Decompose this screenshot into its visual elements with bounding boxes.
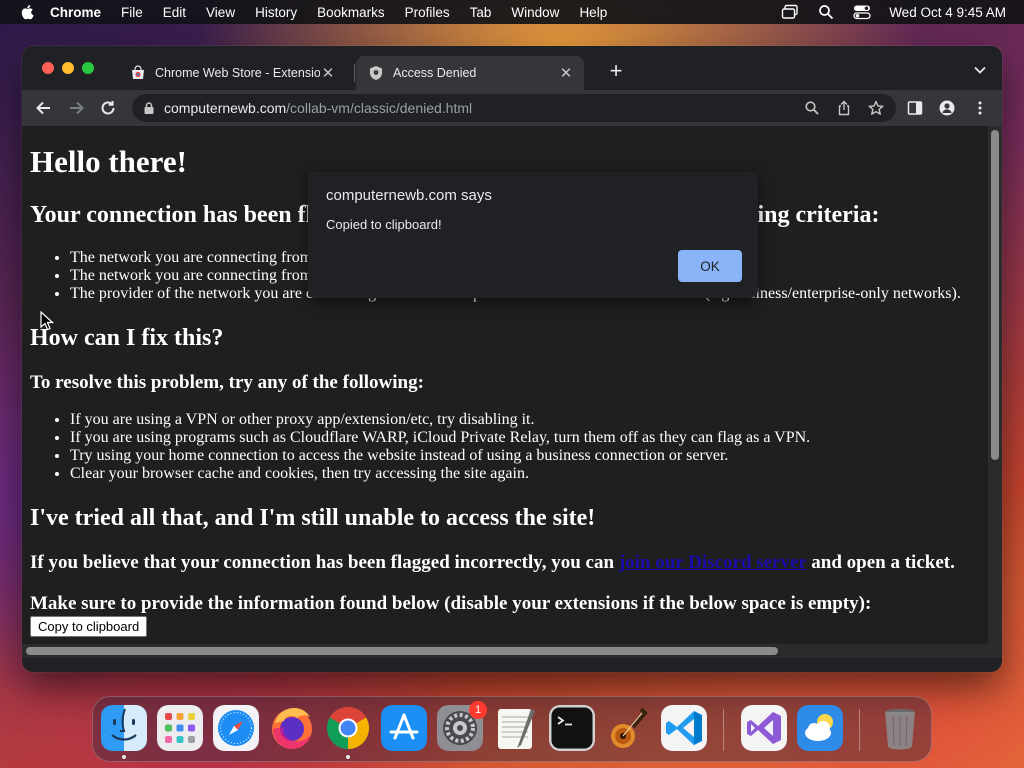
screen-mirroring-icon[interactable] xyxy=(781,3,799,21)
menu-file[interactable]: File xyxy=(121,5,143,20)
url-host: computernewb.com xyxy=(164,100,287,116)
chrome-menu-icon[interactable] xyxy=(972,100,988,116)
scrollbar-thumb[interactable] xyxy=(991,130,999,460)
zoom-search-icon[interactable] xyxy=(804,100,820,116)
chrome-web-store-icon xyxy=(132,65,144,79)
tab-title: Chrome Web Store - Extensions xyxy=(155,66,320,80)
ok-button[interactable]: OK xyxy=(678,250,742,282)
dock: 1 xyxy=(92,696,932,762)
discord-server-link[interactable]: join our Discord server xyxy=(619,552,807,573)
running-indicator xyxy=(122,755,126,759)
resolve-heading: To resolve this problem, try any of the … xyxy=(30,372,424,393)
menu-view[interactable]: View xyxy=(206,5,235,20)
running-indicator xyxy=(346,755,350,759)
tab-chrome-web-store[interactable]: Chrome Web Store - Extensions ✕ xyxy=(118,56,346,90)
firefox-icon[interactable] xyxy=(269,705,315,751)
open-ticket-text: and open a ticket. xyxy=(806,552,955,573)
tab-strip: Chrome Web Store - Extensions ✕ Access D… xyxy=(22,46,1002,90)
menu-tab[interactable]: Tab xyxy=(470,5,492,20)
visual-studio-code-icon[interactable] xyxy=(661,705,707,751)
menu-window[interactable]: Window xyxy=(511,5,559,20)
list-item: If you are using a VPN or other proxy ap… xyxy=(70,411,810,429)
forward-arrow-icon[interactable] xyxy=(66,98,86,118)
fix-heading: How can I fix this? xyxy=(30,325,224,351)
close-tab-icon[interactable]: ✕ xyxy=(558,65,574,82)
alert-dialog: computernewb.com says Copied to clipboar… xyxy=(308,172,758,298)
menu-help[interactable]: Help xyxy=(579,5,607,20)
dock-separator xyxy=(723,709,724,751)
menu-chrome[interactable]: Chrome xyxy=(50,5,101,20)
launchpad-icon[interactable] xyxy=(157,705,203,751)
back-arrow-icon[interactable] xyxy=(34,98,54,118)
make-sure-text: Make sure to provide the information fou… xyxy=(30,593,872,614)
menu-edit[interactable]: Edit xyxy=(163,5,186,20)
horizontal-scrollbar[interactable] xyxy=(22,644,988,658)
apple-icon[interactable] xyxy=(20,4,36,20)
list-item: Try using your home connection to access… xyxy=(70,447,810,465)
menu-history[interactable]: History xyxy=(255,5,297,20)
control-center-icon[interactable] xyxy=(853,3,871,21)
list-item: Clear your browser cache and cookies, th… xyxy=(70,465,810,483)
mouse-pointer-icon xyxy=(40,311,54,331)
menu-bar: Chrome File Edit View History Bookmarks … xyxy=(0,0,1024,24)
url-text[interactable]: computernewb.com/collab-vm/classic/denie… xyxy=(164,100,472,116)
new-tab-button[interactable]: + xyxy=(606,60,626,82)
url-path: /collab-vm/classic/denied.html xyxy=(286,100,473,116)
address-bar[interactable]: computernewb.com/collab-vm/classic/denie… xyxy=(132,94,896,122)
tried-heading: I've tried all that, and I'm still unabl… xyxy=(30,505,596,531)
copy-to-clipboard-button[interactable]: Copy to clipboard xyxy=(30,616,148,637)
menu-profiles[interactable]: Profiles xyxy=(405,5,450,20)
textedit-icon[interactable] xyxy=(493,705,539,751)
close-tab-icon[interactable]: ✕ xyxy=(320,65,336,82)
safari-icon[interactable] xyxy=(213,705,259,751)
spotlight-search-icon[interactable] xyxy=(817,3,835,21)
garageband-icon[interactable] xyxy=(605,705,651,751)
collabvm-favicon-icon xyxy=(370,66,382,80)
tab-title: Access Denied xyxy=(393,66,477,80)
minimize-window-button[interactable] xyxy=(62,62,74,74)
dock-separator xyxy=(859,709,860,751)
google-chrome-icon[interactable] xyxy=(325,705,371,751)
vertical-scrollbar[interactable] xyxy=(988,126,1002,658)
finder-icon[interactable] xyxy=(101,705,147,751)
browser-toolbar: computernewb.com/collab-vm/classic/denie… xyxy=(22,90,1002,126)
menu-bar-clock[interactable]: Wed Oct 4 9:45 AM xyxy=(889,5,1006,20)
menu-bookmarks[interactable]: Bookmarks xyxy=(317,5,385,20)
terminal-icon[interactable] xyxy=(549,705,595,751)
believe-text: If you believe that your connection has … xyxy=(30,552,619,573)
dialog-message: Copied to clipboard! xyxy=(326,217,442,232)
notification-badge: 1 xyxy=(469,701,487,719)
app-store-icon[interactable] xyxy=(381,705,427,751)
share-icon[interactable] xyxy=(836,100,852,116)
close-window-button[interactable] xyxy=(42,62,54,74)
tab-search-chevron-icon[interactable] xyxy=(972,62,988,78)
list-item: If you are using programs such as Cloudf… xyxy=(70,429,810,447)
profile-avatar-icon[interactable] xyxy=(939,100,955,116)
reload-icon[interactable] xyxy=(98,98,118,118)
side-panel-icon[interactable] xyxy=(907,100,923,116)
tab-access-denied[interactable]: Access Denied ✕ xyxy=(356,56,584,90)
lock-icon[interactable] xyxy=(142,101,156,115)
weather-icon[interactable] xyxy=(797,705,843,751)
scrollbar-thumb[interactable] xyxy=(26,647,778,655)
visual-studio-icon[interactable] xyxy=(741,705,787,751)
page-content: Hello there! Your connection has been fl… xyxy=(30,126,980,637)
fixes-list: If you are using a VPN or other proxy ap… xyxy=(70,411,810,483)
trash-icon[interactable] xyxy=(877,705,923,751)
fullscreen-window-button[interactable] xyxy=(82,62,94,74)
chrome-window: Chrome Web Store - Extensions ✕ Access D… xyxy=(22,46,1002,672)
dialog-title: computernewb.com says xyxy=(326,187,492,204)
bookmark-star-icon[interactable] xyxy=(868,100,884,116)
flagged-incorrectly-text: If you believe that your connection has … xyxy=(30,552,955,574)
tab-separator xyxy=(354,64,355,82)
